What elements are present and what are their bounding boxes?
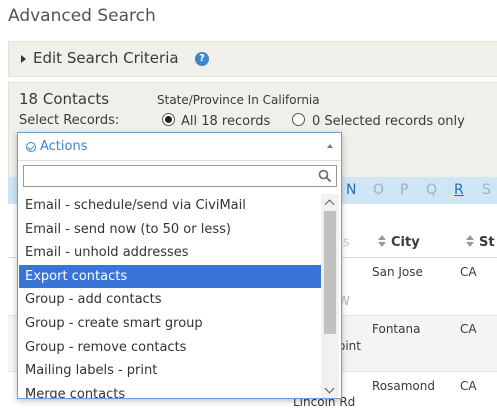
select-records-label: Select Records: xyxy=(19,113,120,128)
alpha-letter-p[interactable]: P xyxy=(400,182,408,198)
radio-all-records-label[interactable]: All 18 records xyxy=(181,114,270,129)
alpha-letter-o[interactable]: O xyxy=(373,182,384,198)
action-option[interactable]: Group - add contacts xyxy=(19,288,321,312)
collapse-triangle-icon xyxy=(21,55,26,63)
action-option[interactable]: Email - schedule/send via CiviMail xyxy=(19,194,321,218)
radio-selected-records[interactable] xyxy=(292,113,305,126)
alpha-letter-n[interactable]: N xyxy=(346,182,356,198)
action-option[interactable]: Merge contacts xyxy=(19,383,321,398)
sort-icon[interactable] xyxy=(466,235,474,249)
action-option[interactable]: Email - send now (to 50 or less) xyxy=(19,218,321,242)
edit-search-criteria-toggle[interactable]: Edit Search Criteria ? xyxy=(8,41,497,77)
scroll-up-icon[interactable] xyxy=(324,199,335,210)
edit-search-criteria-label: Edit Search Criteria xyxy=(33,49,179,67)
action-option[interactable]: Group - create smart group xyxy=(19,312,321,336)
alpha-letter-s[interactable]: S xyxy=(482,182,491,198)
actions-scrollbar[interactable] xyxy=(321,194,339,398)
state-cell: CA xyxy=(460,265,477,279)
scroll-down-icon[interactable] xyxy=(324,383,335,394)
action-option[interactable]: Mailing labels - print xyxy=(19,359,321,383)
city-cell: Fontana xyxy=(372,322,421,336)
radio-all-records[interactable] xyxy=(162,113,175,126)
table-left-edge xyxy=(0,204,8,413)
action-option[interactable]: Group - remove contacts xyxy=(19,336,321,360)
column-header-state[interactable]: St xyxy=(479,235,495,250)
check-circle-icon xyxy=(26,142,36,152)
contact-count: 18 Contacts xyxy=(19,90,110,108)
alpha-letter-r[interactable]: R xyxy=(454,182,464,198)
caret-up-icon[interactable] xyxy=(327,144,333,148)
action-option-highlighted[interactable]: Export contacts xyxy=(19,264,321,289)
actions-dropdown[interactable]: Actions Email - schedule/send via CiviMa… xyxy=(17,132,342,399)
state-cell: CA xyxy=(460,379,477,393)
action-option[interactable]: Email - unhold addresses xyxy=(19,241,321,265)
help-icon[interactable]: ? xyxy=(195,52,209,66)
scrollbar-thumb[interactable] xyxy=(324,211,336,334)
city-cell: Rosamond xyxy=(372,379,435,393)
sort-icon[interactable] xyxy=(378,235,386,249)
page-title: Advanced Search xyxy=(8,6,156,26)
search-criteria-summary: State/Province In California xyxy=(157,93,320,107)
actions-search-input[interactable] xyxy=(23,165,337,187)
search-icon xyxy=(318,169,332,183)
actions-dropdown-header[interactable]: Actions xyxy=(18,133,341,161)
city-cell: San Jose xyxy=(372,265,423,279)
alpha-letter-q[interactable]: Q xyxy=(426,182,437,198)
actions-option-list: Email - schedule/send via CiviMail Email… xyxy=(19,194,321,398)
radio-selected-records-label[interactable]: 0 Selected records only xyxy=(312,114,465,129)
column-header-city[interactable]: City xyxy=(391,235,420,250)
actions-label: Actions xyxy=(40,139,88,154)
state-cell: CA xyxy=(460,322,477,336)
